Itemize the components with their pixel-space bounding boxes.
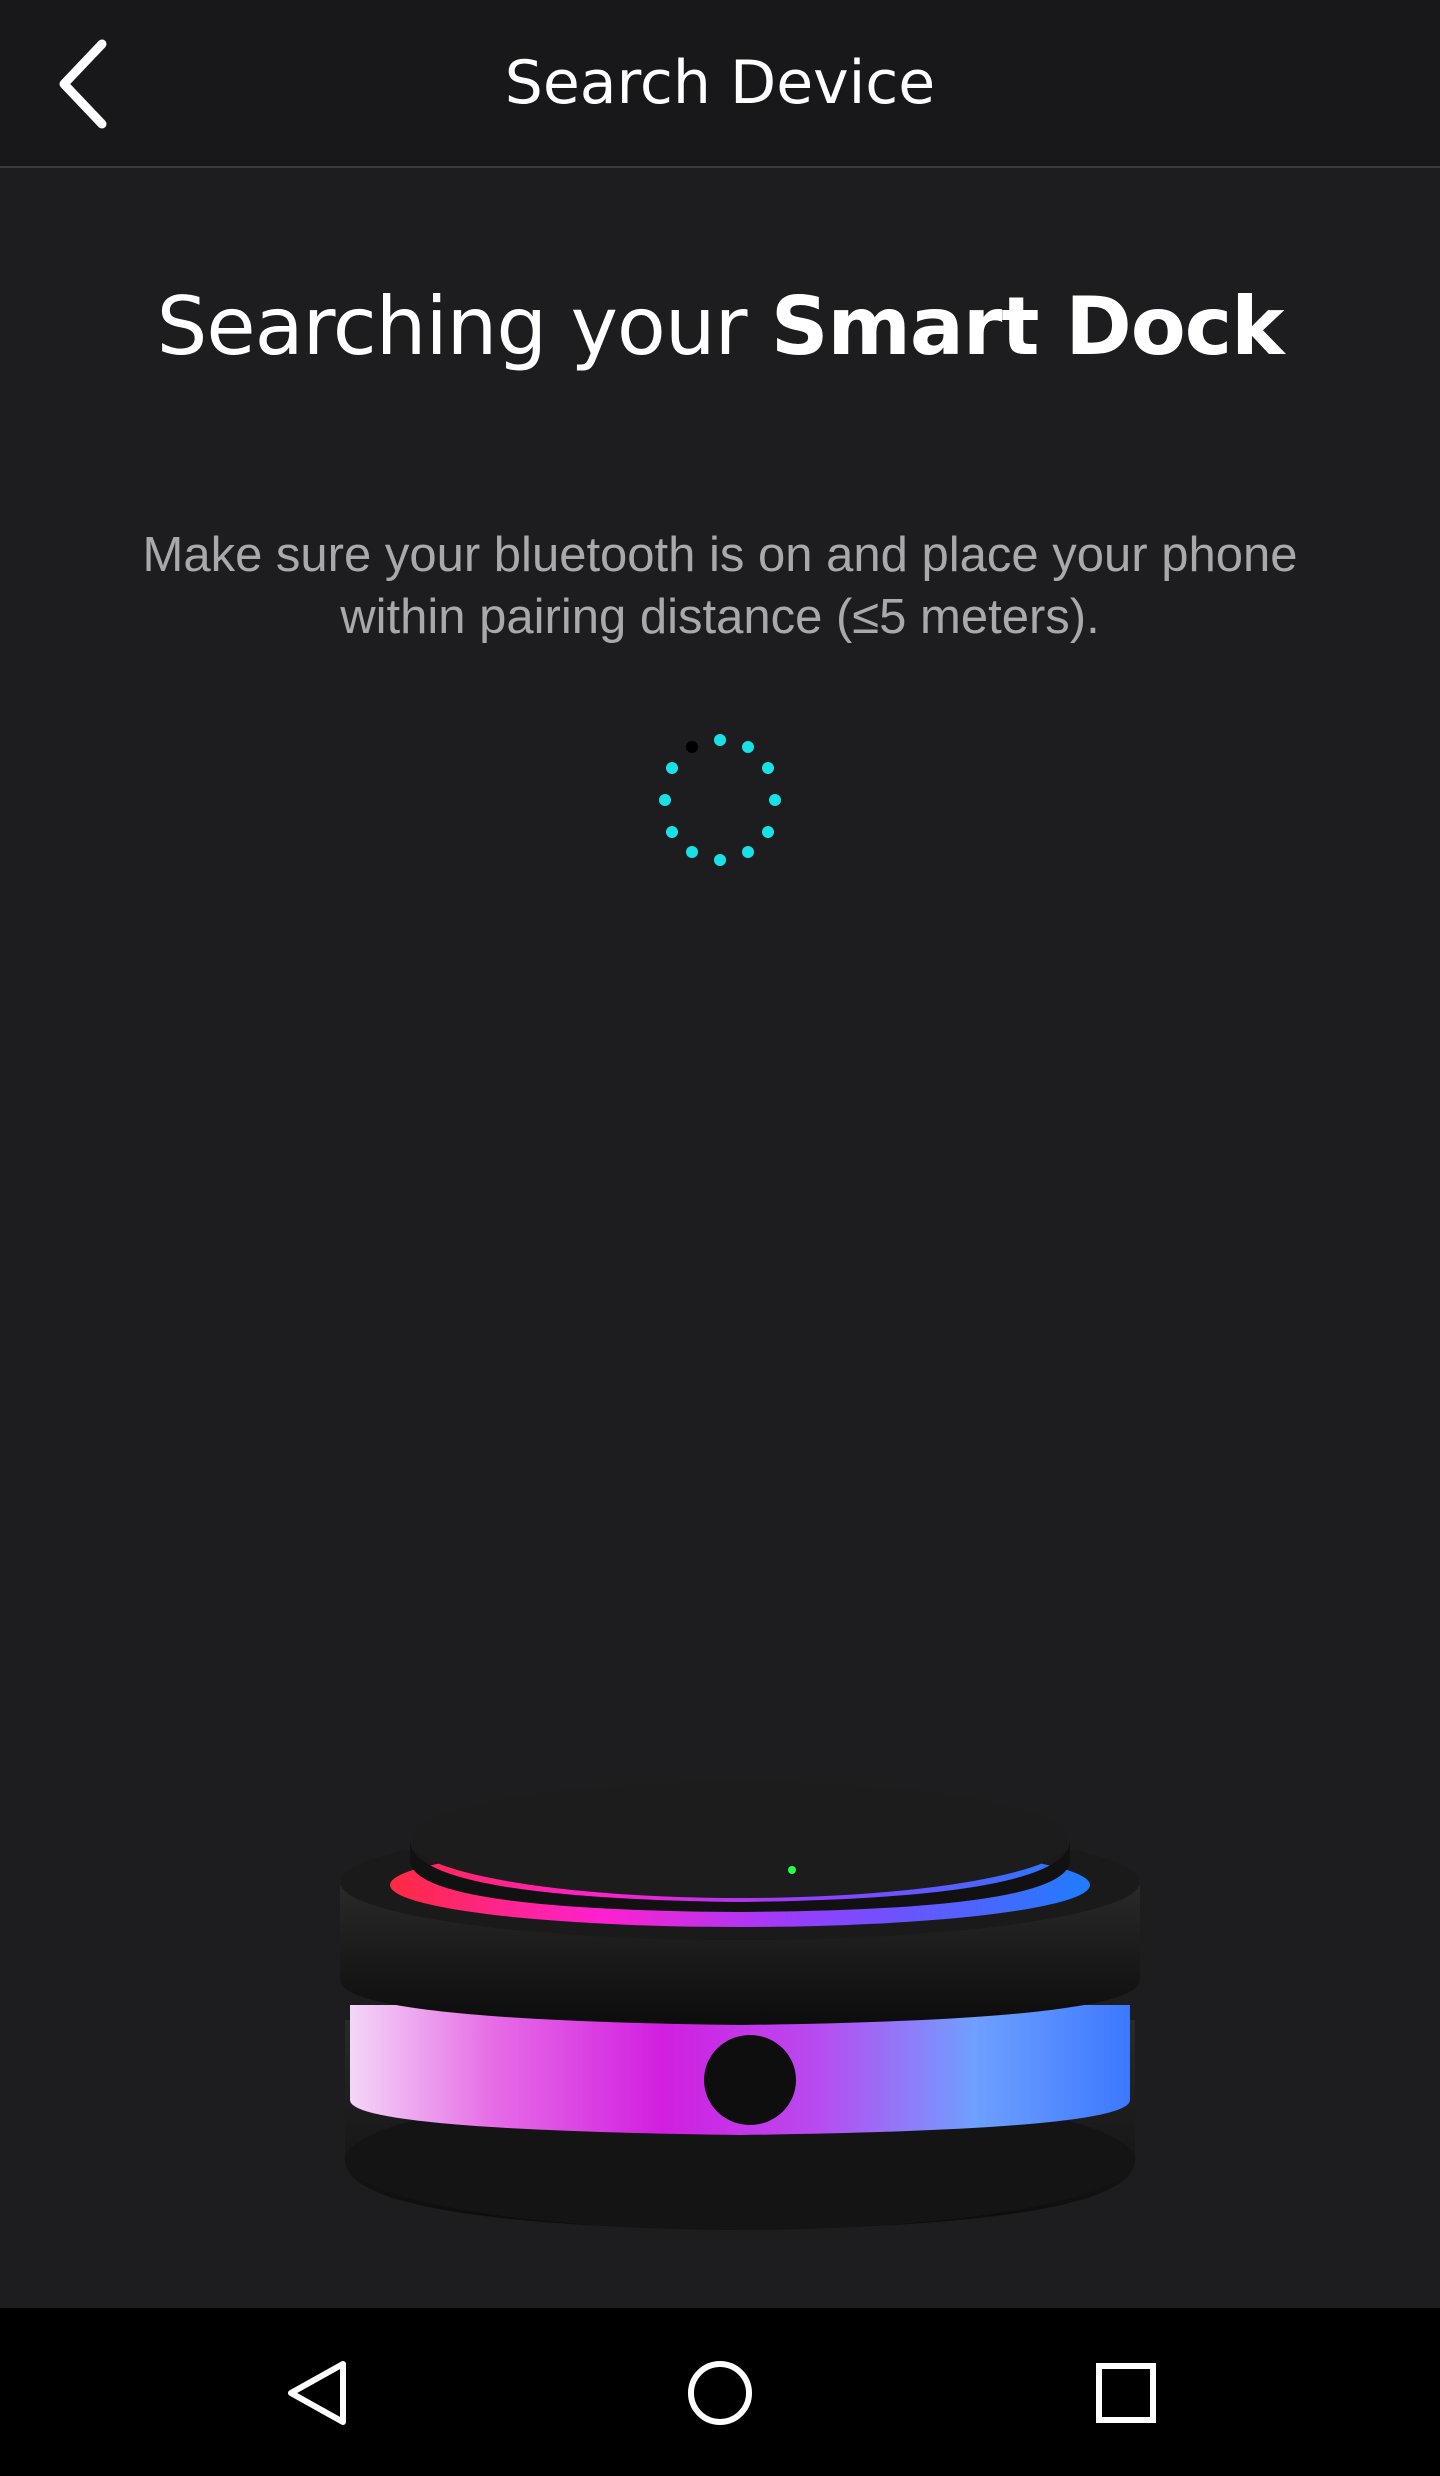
loading-spinner-icon (659, 734, 781, 866)
heading-prefix: Searching your (156, 280, 771, 373)
instructions-line-2: within pairing distance (≤5 meters). (340, 590, 1100, 644)
nav-back-button[interactable] (258, 2338, 378, 2448)
pairing-instructions: Make sure your bluetooth is on and place… (80, 524, 1360, 648)
nav-home-button[interactable] (660, 2338, 780, 2448)
nav-recents-button[interactable] (1066, 2338, 1186, 2448)
nav-recents-square-icon (1096, 2363, 1156, 2423)
search-device-screen: Search Device Searching your Smart Dock … (0, 0, 1440, 2476)
app-bar: Search Device (0, 0, 1440, 168)
smart-dock-image (340, 1782, 1140, 2230)
page-title: Search Device (504, 48, 936, 118)
instructions-line-1: Make sure your bluetooth is on and place… (142, 528, 1298, 582)
searching-heading: Searching your Smart Dock (0, 272, 1440, 382)
nav-home-circle-icon (688, 2361, 752, 2425)
system-nav-bar (0, 2308, 1440, 2476)
nav-back-triangle-icon (288, 2361, 346, 2425)
heading-device-name: Smart Dock (770, 280, 1284, 373)
